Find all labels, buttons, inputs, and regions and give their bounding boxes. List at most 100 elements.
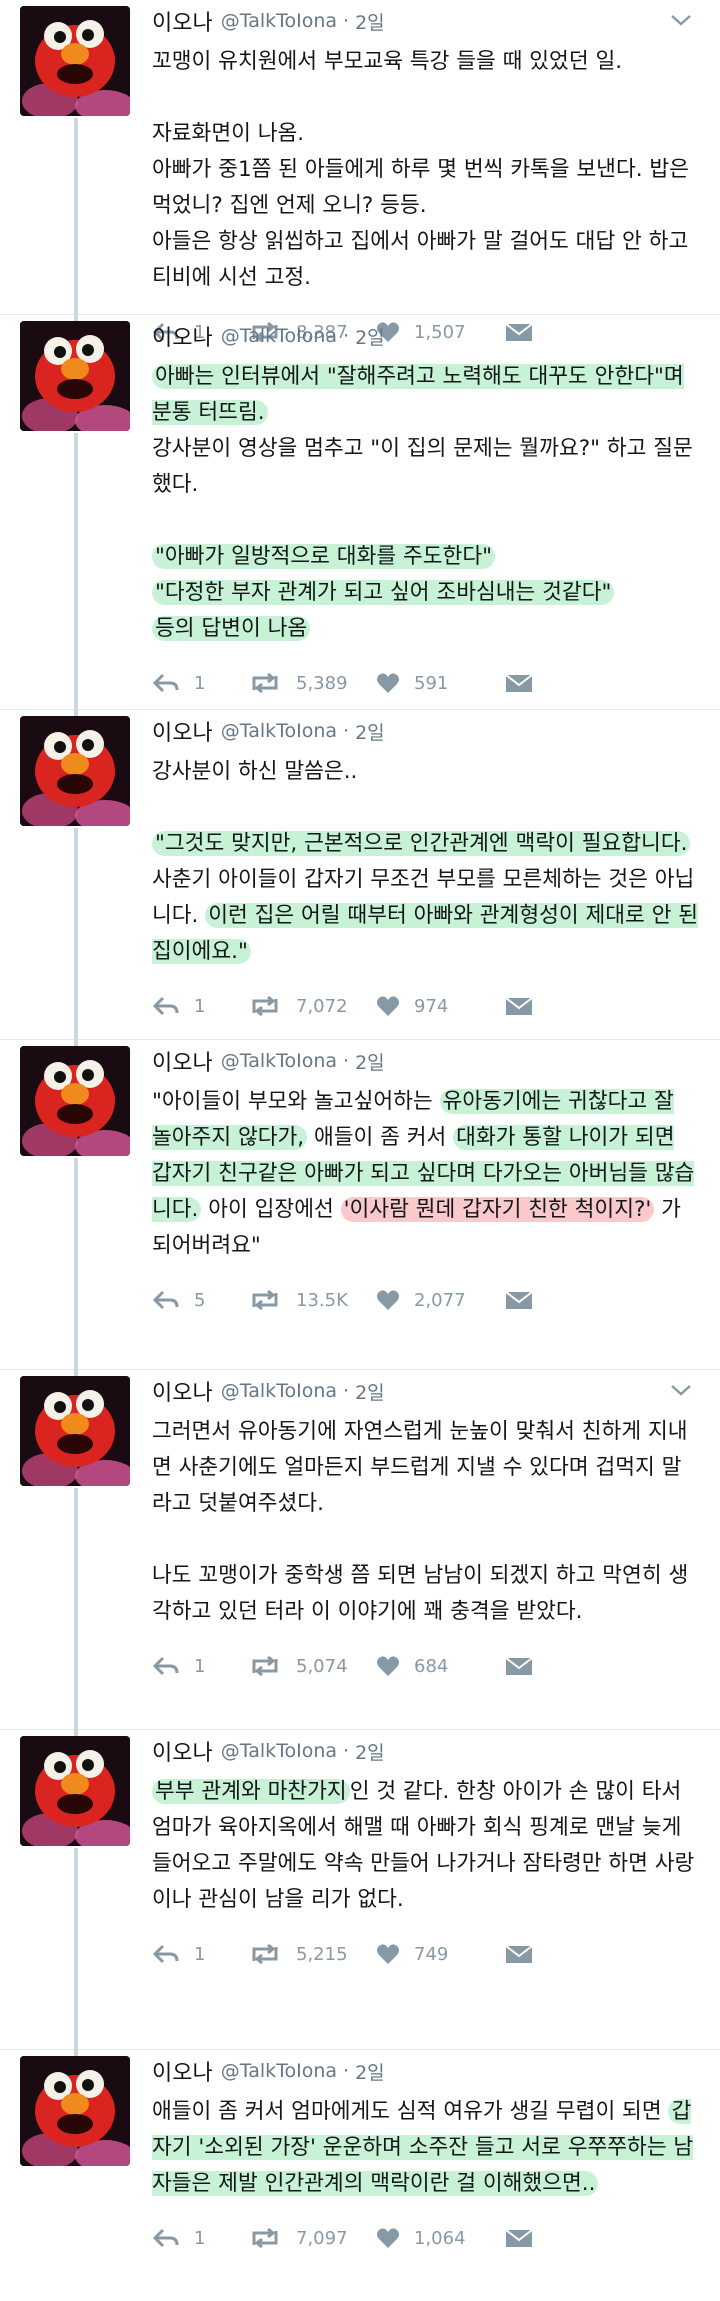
separator-dot: · [343, 1740, 350, 1762]
elmo-avatar[interactable] [20, 1376, 130, 1486]
like-button[interactable]: 1,064 [376, 2227, 504, 2249]
reply-button[interactable]: 5 [152, 1289, 248, 1311]
separator-dot: · [343, 1380, 350, 1402]
separator-dot: · [343, 10, 350, 32]
tweet[interactable]: 이오나 @TalkToIona · 2일 "아이들이 부모와 놀고싶어하는 유아… [0, 1040, 720, 1377]
reply-count: 1 [194, 672, 206, 694]
chevron-down-icon[interactable] [668, 1380, 694, 1400]
display-name[interactable]: 이오나 [152, 5, 213, 37]
elmo-avatar[interactable] [20, 1046, 130, 1156]
envelope-icon [505, 997, 533, 1015]
message-button[interactable] [504, 995, 544, 1017]
tweet[interactable]: 이오나 @TalkToIona · 2일 강사분이 하신 말씀은.. "그것도 … [0, 710, 720, 1047]
user-handle[interactable]: @TalkToIona [221, 2060, 337, 2082]
tweet-fragment: "아이들이 부모와 놀고싶어하는 [152, 1089, 440, 1114]
retweet-button[interactable]: 13.5K [248, 1289, 376, 1311]
heart-icon [377, 996, 399, 1016]
display-name[interactable]: 이오나 [152, 1375, 213, 1407]
tweet[interactable]: 이오나 @TalkToIona · 2일 그러면서 유아동기에 자연스럽게 눈높… [0, 1370, 720, 1737]
elmo-avatar[interactable] [20, 321, 130, 431]
retweet-count: 5,215 [296, 1943, 348, 1965]
message-button[interactable] [504, 1943, 544, 1965]
tweet-line: 부부 관계와 마찬가지 인 것 같다. 한창 아이가 손 많이 타서 엄마가 육아… [152, 1774, 700, 1918]
tweet[interactable]: 이오나 @TalkToIona · 2일 꼬맹이 유치원에서 부모교육 특강 들… [0, 0, 720, 343]
like-button[interactable]: 684 [376, 1655, 504, 1677]
reply-count: 1 [194, 1943, 206, 1965]
timestamp[interactable]: 2일 [355, 1738, 385, 1765]
message-button[interactable] [504, 2227, 544, 2249]
reply-button[interactable]: 1 [152, 672, 248, 694]
tweet-text: 애들이 좀 커서 엄마에게도 심적 여유가 생길 무렵이 되면 갑자기 '소외된… [152, 2088, 700, 2202]
display-name[interactable]: 이오나 [152, 2055, 213, 2087]
chevron-down-icon[interactable] [668, 10, 694, 30]
tweet-header: 이오나 @TalkToIona · 2일 [152, 1730, 700, 1768]
separator-dot: · [343, 1050, 350, 1072]
retweet-button[interactable]: 5,389 [248, 672, 376, 694]
timestamp[interactable]: 2일 [355, 718, 385, 745]
retweet-button[interactable]: 7,072 [248, 995, 376, 1017]
tweet-header: 이오나 @TalkToIona · 2일 [152, 315, 700, 353]
like-count: 749 [414, 1943, 449, 1965]
like-button[interactable]: 591 [376, 672, 504, 694]
elmo-avatar[interactable] [20, 716, 130, 826]
display-name[interactable]: 이오나 [152, 1045, 213, 1077]
like-button[interactable]: 974 [376, 995, 504, 1017]
highlighted-text: "그것도 맞지만, 근본적으로 인간관계엔 맥락이 필요합니다. [152, 831, 691, 856]
timestamp[interactable]: 2일 [355, 2058, 385, 2085]
tweet-actions: 1 7,072 974 [152, 978, 700, 1034]
user-handle[interactable]: @TalkToIona [221, 325, 337, 347]
envelope-icon [505, 1945, 533, 1963]
display-name[interactable]: 이오나 [152, 320, 213, 352]
reply-button[interactable]: 1 [152, 1655, 248, 1677]
reply-button[interactable]: 1 [152, 995, 248, 1017]
heart-icon [377, 1944, 399, 1964]
user-handle[interactable]: @TalkToIona [221, 1380, 337, 1402]
retweet-icon [252, 1655, 278, 1677]
timestamp[interactable]: 2일 [355, 8, 385, 35]
display-name[interactable]: 이오나 [152, 1735, 213, 1767]
envelope-icon [505, 674, 533, 692]
highlighted-text: 부부 관계와 마찬가지 [152, 1779, 350, 1804]
tweet[interactable]: 이오나 @TalkToIona · 2일 부부 관계와 마찬가지 인 것 같다. … [0, 1730, 720, 2057]
highlighted-text: 아빠는 인터뷰에서 "잘해주려고 노력해도 대꾸도 안한다"며 분통 터뜨림. [152, 364, 684, 425]
tweet-line: "아빠가 일방적으로 대화를 주도한다" [152, 539, 700, 575]
retweet-count: 13.5K [296, 1289, 348, 1311]
like-button[interactable]: 749 [376, 1943, 504, 1965]
elmo-avatar[interactable] [20, 6, 130, 116]
thread-line [74, 118, 78, 322]
reply-button[interactable]: 1 [152, 1943, 248, 1965]
message-button[interactable] [504, 672, 544, 694]
reply-icon [152, 2228, 179, 2248]
heart-icon [377, 1290, 399, 1310]
user-handle[interactable]: @TalkToIona [221, 720, 337, 742]
like-count: 974 [414, 995, 449, 1017]
tweet[interactable]: 이오나 @TalkToIona · 2일 아빠는 인터뷰에서 "잘해주려고 노력… [0, 315, 720, 717]
message-button[interactable] [504, 1655, 544, 1677]
user-handle[interactable]: @TalkToIona [221, 1740, 337, 1762]
like-button[interactable]: 2,077 [376, 1289, 504, 1311]
tweet-header: 이오나 @TalkToIona · 2일 [152, 710, 700, 748]
tweet-thread: 이오나 @TalkToIona · 2일 꼬맹이 유치원에서 부모교육 특강 들… [0, 0, 720, 2301]
timestamp[interactable]: 2일 [355, 1378, 385, 1405]
elmo-avatar[interactable] [20, 2056, 130, 2166]
user-handle[interactable]: @TalkToIona [221, 1050, 337, 1072]
retweet-button[interactable]: 5,215 [248, 1943, 376, 1965]
user-handle[interactable]: @TalkToIona [221, 10, 337, 32]
like-count: 1,064 [414, 2227, 466, 2249]
reply-button[interactable]: 1 [152, 2227, 248, 2249]
tweet-fragment: 아이 입장에선 [201, 1197, 341, 1222]
tweet-line: 등의 답변이 나옴 [152, 611, 700, 647]
timestamp[interactable]: 2일 [355, 323, 385, 350]
highlighted-text: 등의 답변이 나옴 [152, 616, 311, 641]
tweet-header: 이오나 @TalkToIona · 2일 [152, 1040, 700, 1078]
retweet-count: 7,097 [296, 2227, 348, 2249]
tweet[interactable]: 이오나 @TalkToIona · 2일 애들이 좀 커서 엄마에게도 심적 여… [0, 2050, 720, 2301]
elmo-avatar[interactable] [20, 1736, 130, 1846]
retweet-button[interactable]: 5,074 [248, 1655, 376, 1677]
message-button[interactable] [504, 1289, 544, 1311]
tweet-line: 자료화면이 나옴. [152, 121, 305, 146]
timestamp[interactable]: 2일 [355, 1048, 385, 1075]
tweet-line: 아들은 항상 읽씹하고 집에서 아빠가 말 걸어도 대답 안 하고 티비에 시선… [152, 229, 689, 290]
retweet-button[interactable]: 7,097 [248, 2227, 376, 2249]
display-name[interactable]: 이오나 [152, 715, 213, 747]
